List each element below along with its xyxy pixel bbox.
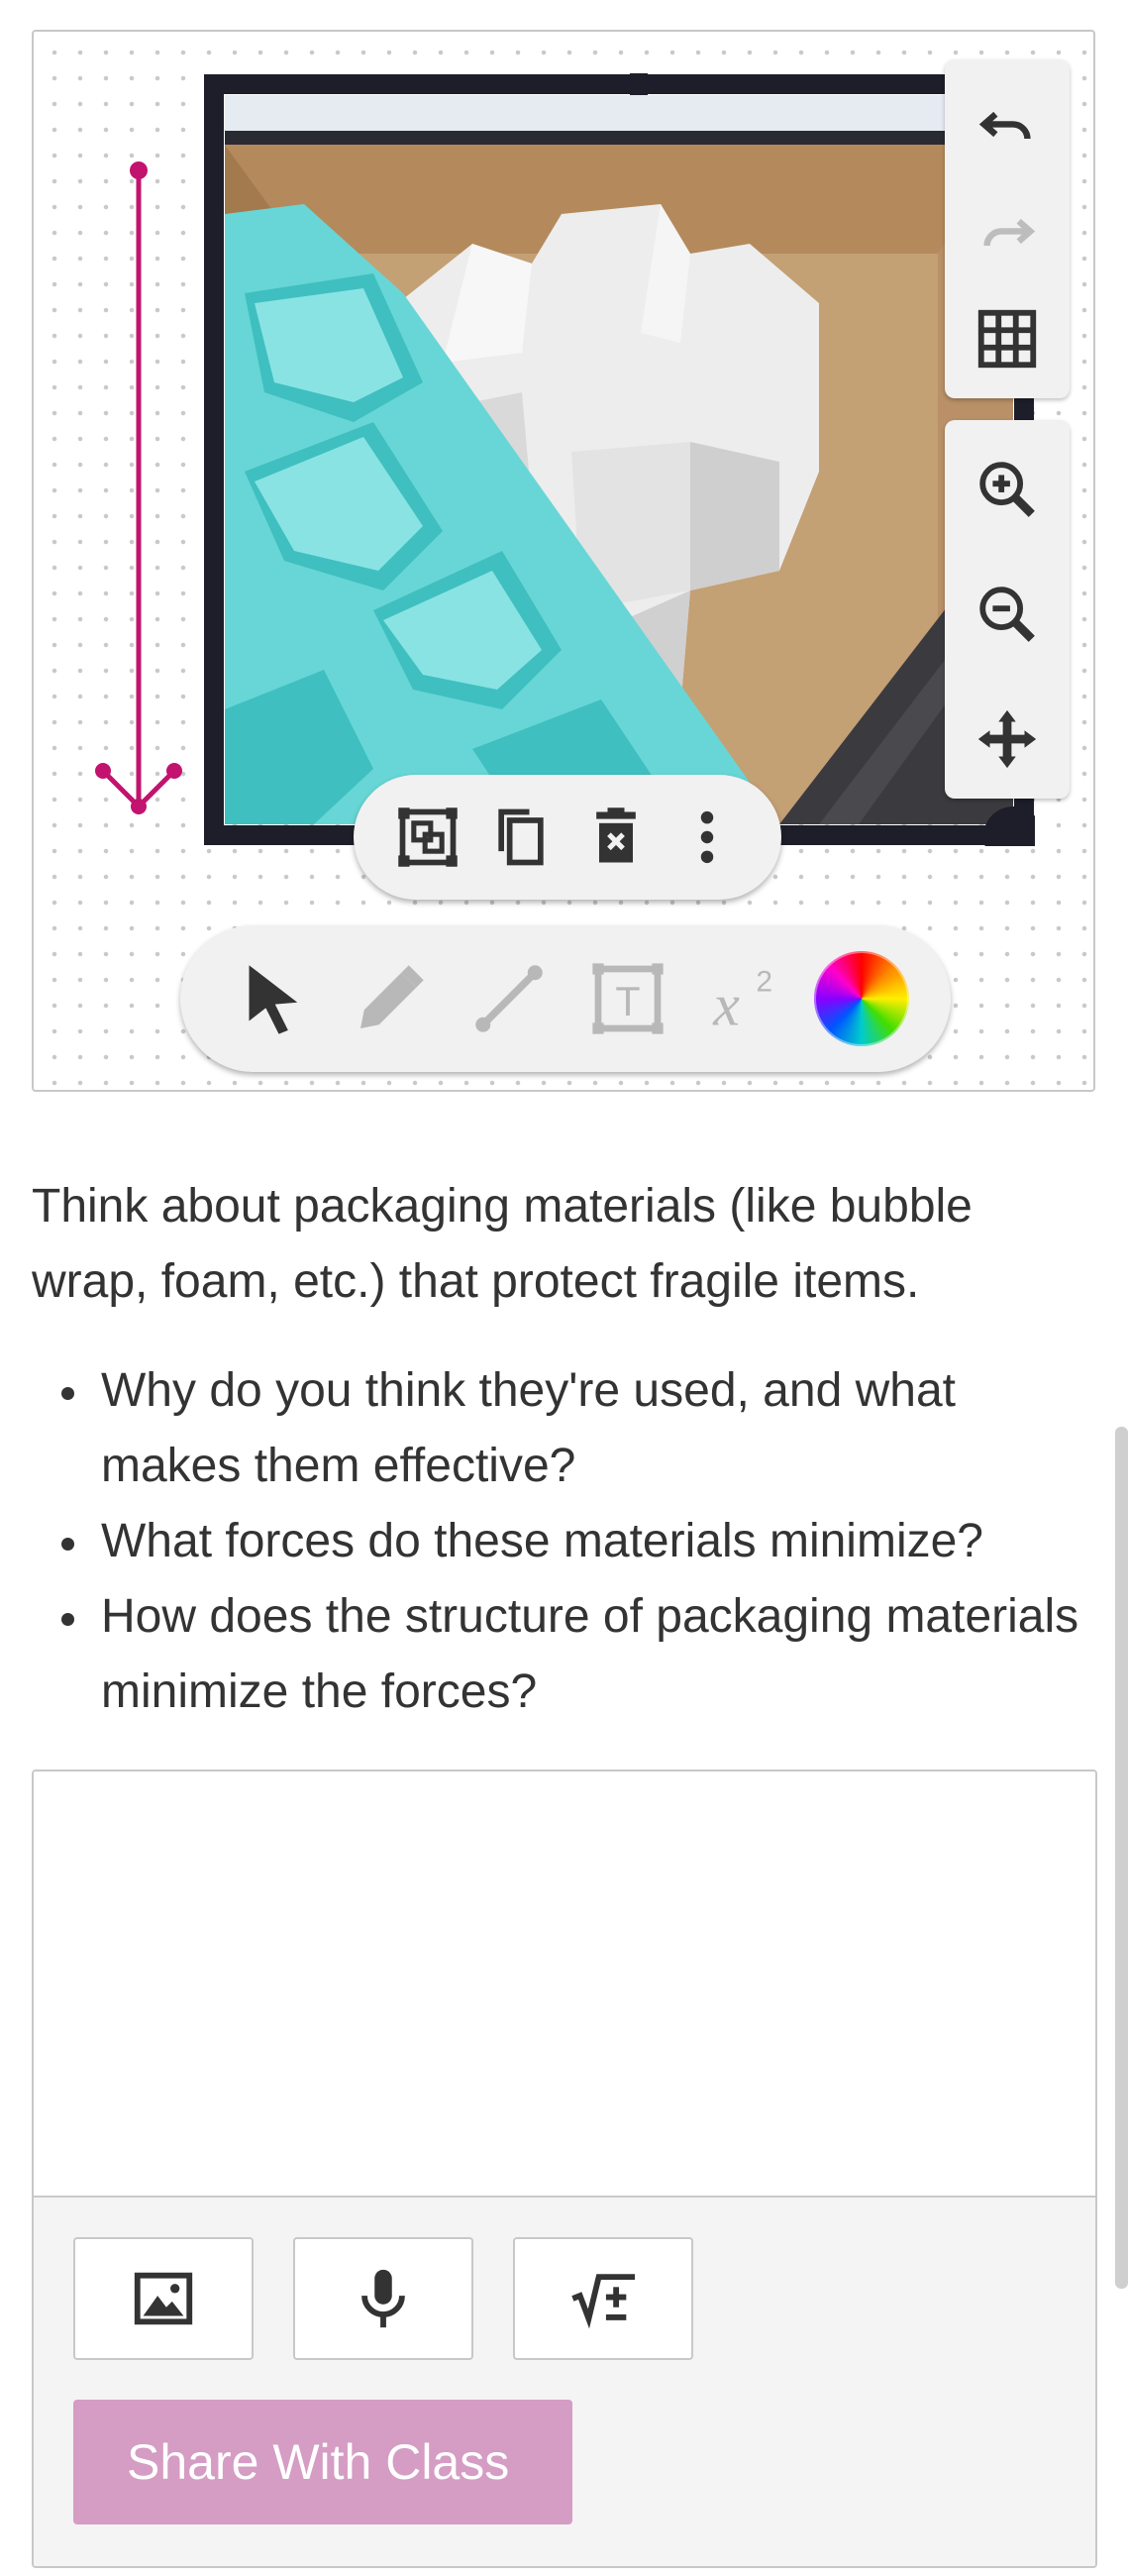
math-input-button[interactable] xyxy=(513,2237,693,2360)
delete-icon[interactable] xyxy=(577,799,655,876)
zoom-panel xyxy=(945,420,1070,799)
question-item: How does the structure of packaging mate… xyxy=(32,1579,1095,1730)
duplicate-icon[interactable] xyxy=(482,799,560,876)
selection-toolbar xyxy=(354,775,781,900)
image-icon xyxy=(134,2272,193,2325)
grid-icon[interactable] xyxy=(945,289,1070,388)
pencil-icon[interactable] xyxy=(339,947,442,1050)
zoom-out-icon[interactable] xyxy=(945,565,1070,664)
prompt-intro: Think about packaging materials (like bu… xyxy=(32,1180,973,1308)
question-item: What forces do these materials minimize? xyxy=(32,1504,1095,1579)
superscript-icon[interactable]: x2 xyxy=(695,947,798,1050)
microphone-icon xyxy=(361,2269,405,2328)
text-icon[interactable]: T xyxy=(576,947,679,1050)
superscript-exponent: 2 xyxy=(756,966,772,999)
answer-box: Share With Class xyxy=(32,1770,1097,2568)
history-panel xyxy=(945,59,1070,398)
drawing-toolbar: T x2 xyxy=(180,925,951,1072)
answer-footer: Share With Class xyxy=(34,2196,1095,2566)
selected-image[interactable] xyxy=(203,73,1035,846)
share-with-class-button[interactable]: Share With Class xyxy=(73,2400,572,2524)
answer-input[interactable] xyxy=(34,1771,1095,2196)
color-wheel-icon[interactable] xyxy=(814,951,909,1046)
math-icon xyxy=(571,2274,636,2329)
question-item: Why do you think they're used, and what … xyxy=(32,1353,1095,1504)
add-image-button[interactable] xyxy=(73,2237,254,2360)
arrow-drawing[interactable] xyxy=(83,141,202,834)
record-audio-button[interactable] xyxy=(293,2237,473,2360)
undo-icon[interactable] xyxy=(945,73,1070,172)
redo-icon[interactable] xyxy=(945,180,1070,279)
select-arrow-icon[interactable] xyxy=(220,947,323,1050)
move-icon[interactable] xyxy=(945,690,1070,789)
group-icon[interactable] xyxy=(389,799,466,876)
superscript-base: x xyxy=(712,972,740,1037)
text-tool-letter: T xyxy=(615,979,640,1024)
prompt-questions: Why do you think they're used, and what … xyxy=(32,1353,1095,1730)
line-icon[interactable] xyxy=(458,947,561,1050)
zoom-in-icon[interactable] xyxy=(945,440,1070,539)
more-vertical-icon[interactable] xyxy=(668,799,746,876)
drawing-canvas[interactable]: T x2 xyxy=(32,30,1095,1092)
page-scrollbar[interactable] xyxy=(1115,1427,1128,2289)
